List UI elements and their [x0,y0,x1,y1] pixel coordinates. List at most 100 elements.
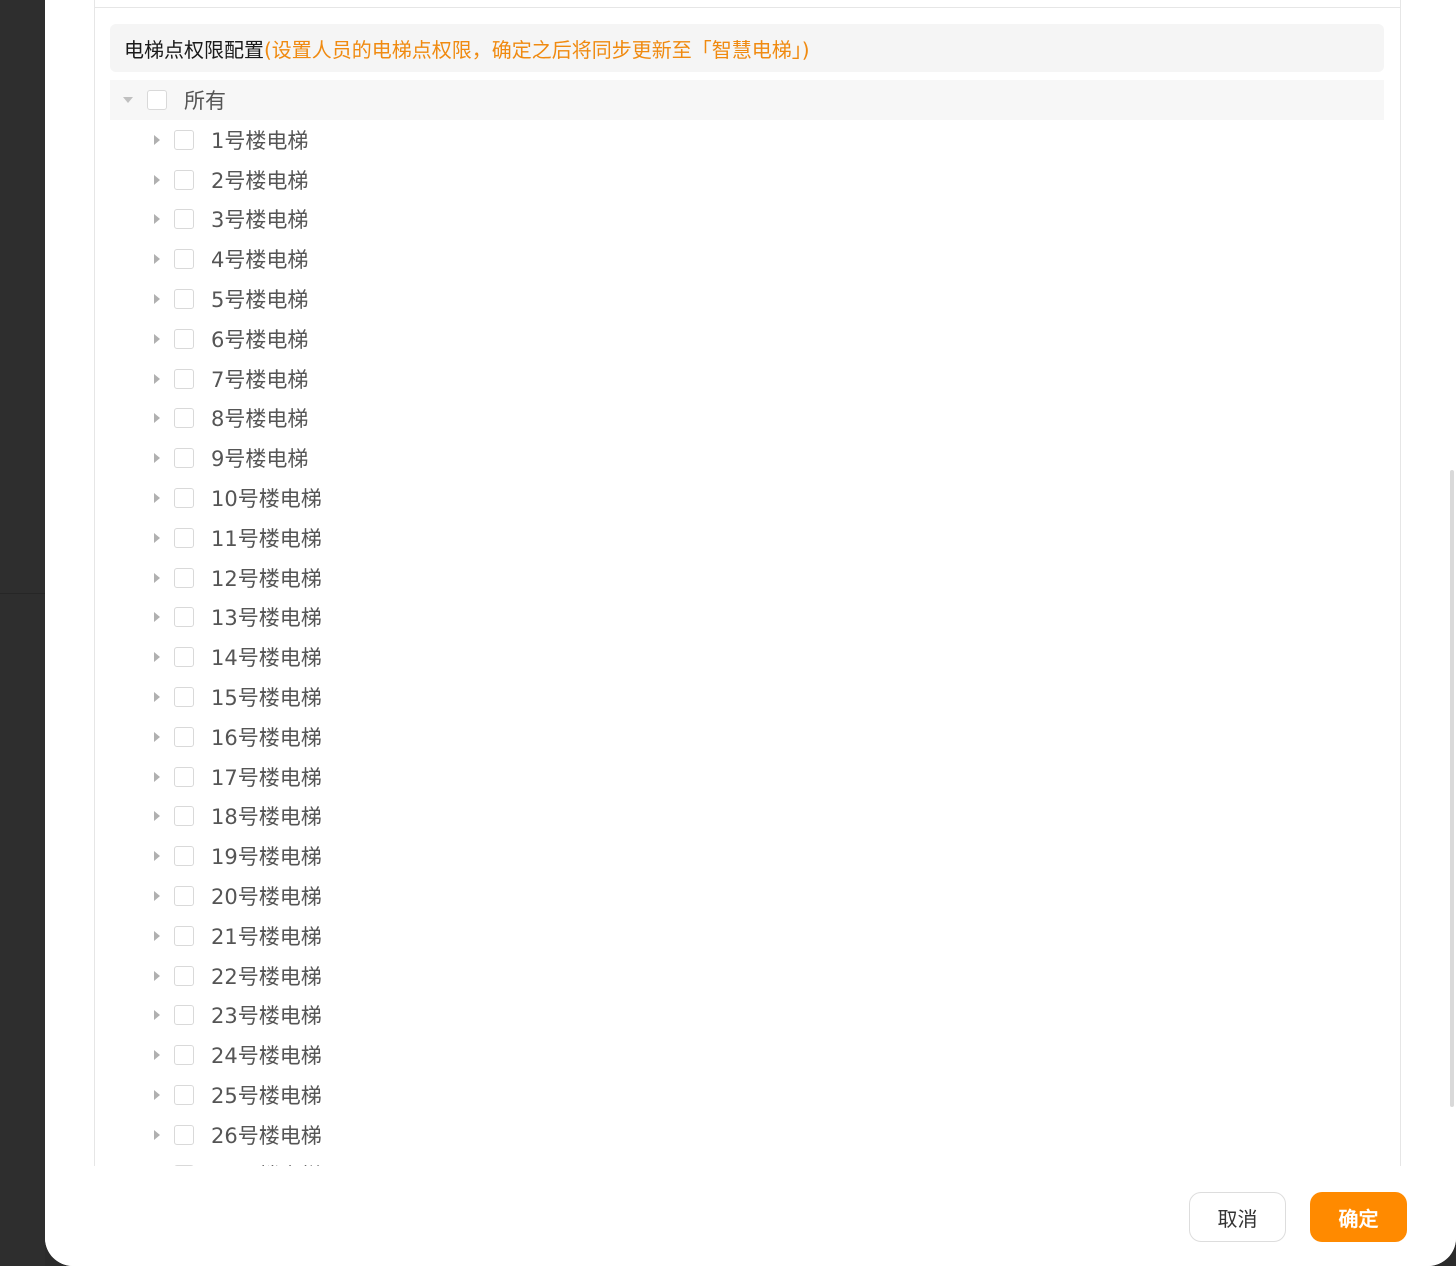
caret-right-icon[interactable] [154,612,160,623]
tree-node-checkbox[interactable] [174,1045,194,1066]
tree-node-checkbox[interactable] [174,846,194,867]
caret-right-icon[interactable] [154,1090,160,1101]
tree-node-checkbox[interactable] [174,607,194,628]
tree-node[interactable]: 15号楼电梯 [110,677,1384,717]
tree-node-checkbox[interactable] [174,448,194,469]
tree-node[interactable]: 18号楼电梯 [110,797,1384,837]
tree-node[interactable]: 25号楼电梯 [110,1075,1384,1115]
tree-node-checkbox[interactable] [174,806,194,827]
section-header: 电梯点权限配置 (设置人员的电梯点权限，确定之后将同步更新至「智慧电梯」) [110,24,1384,72]
tree-node-label: 14号楼电梯 [211,646,322,671]
tree-node[interactable]: 11号楼电梯 [110,518,1384,558]
caret-right-icon[interactable] [154,851,160,862]
caret-right-icon[interactable] [154,652,160,663]
caret-right-icon[interactable] [154,1129,160,1140]
tree-node-checkbox[interactable] [174,965,194,986]
cancel-button[interactable]: 取消 [1189,1192,1286,1242]
tree-node[interactable]: 23号楼电梯 [110,996,1384,1036]
tree-node-label: 5号楼电梯 [211,288,309,313]
tree-node-label: 22号楼电梯 [211,964,322,989]
tree-children: 1号楼电梯 2号楼电梯 3号楼电梯 4号楼电梯 5号楼电梯 6号楼电梯 7号楼电梯 8号楼电梯… [110,120,1384,1166]
tree-node-checkbox[interactable] [174,726,194,747]
tree-node[interactable]: 4号楼电梯 [110,239,1384,279]
tree-node-checkbox[interactable] [174,328,194,349]
caret-right-icon[interactable] [154,134,160,145]
tree-node-checkbox[interactable] [174,687,194,708]
caret-right-icon[interactable] [154,1010,160,1021]
tree-node[interactable]: 12号楼电梯 [110,558,1384,598]
tree-node-label: 1号楼电梯 [211,128,309,153]
caret-right-icon[interactable] [154,254,160,265]
caret-right-icon[interactable] [154,373,160,384]
tree-node[interactable]: 2号楼电梯 [110,160,1384,200]
tree-node-checkbox[interactable] [174,209,194,230]
caret-right-icon[interactable] [154,811,160,822]
caret-right-icon[interactable] [154,731,160,742]
tree-node[interactable]: 17号楼电梯 [110,757,1384,797]
caret-right-icon[interactable] [154,891,160,902]
tree-node-label: 11号楼电梯 [211,526,322,551]
tree-node-checkbox[interactable] [174,169,194,190]
tree-node[interactable]: 19号楼电梯 [110,836,1384,876]
tree-node[interactable]: 3号楼电梯 [110,200,1384,240]
caret-right-icon[interactable] [154,333,160,344]
tree-node-label: 23号楼电梯 [211,1004,322,1029]
tree-node-checkbox[interactable] [174,1085,194,1106]
tree-node-label: 7号楼电梯 [211,367,309,392]
tree-node[interactable]: 24号楼电梯 [110,1035,1384,1075]
caret-right-icon[interactable] [154,572,160,583]
tree-node[interactable]: 13号楼电梯 [110,598,1384,638]
confirm-button[interactable]: 确定 [1310,1192,1407,1242]
caret-right-icon[interactable] [154,970,160,981]
tree-node[interactable]: 10号楼电梯 [110,478,1384,518]
tree-node-checkbox[interactable] [174,368,194,389]
caret-right-icon[interactable] [154,413,160,424]
tree-node[interactable]: 20号楼电梯 [110,876,1384,916]
tree-node[interactable]: 22号楼电梯 [110,956,1384,996]
tree-node[interactable]: 27号楼电梯 [110,1155,1384,1166]
tree-node-checkbox[interactable] [174,766,194,787]
tree-node[interactable]: 8号楼电梯 [110,399,1384,439]
tree-node-checkbox[interactable] [174,925,194,946]
tree-node-checkbox[interactable] [174,527,194,548]
tree-node[interactable]: 7号楼电梯 [110,359,1384,399]
tree-node-label: 12号楼电梯 [211,566,322,591]
section-hint: (设置人员的电梯点权限，确定之后将同步更新至「智慧电梯」) [264,37,810,62]
tree-node[interactable]: 26号楼电梯 [110,1115,1384,1155]
scrollbar-thumb[interactable] [1450,470,1454,1107]
tree-root-all[interactable]: 所有 [110,80,1384,120]
caret-right-icon[interactable] [154,174,160,185]
caret-right-icon[interactable] [154,771,160,782]
tree-node-checkbox[interactable] [174,567,194,588]
caret-right-icon[interactable] [154,493,160,504]
tree-node-checkbox[interactable] [174,647,194,668]
tree-node-checkbox[interactable] [174,1005,194,1026]
tree-node[interactable]: 14号楼电梯 [110,637,1384,677]
caret-down-icon[interactable] [123,97,133,103]
tree-node-checkbox[interactable] [174,129,194,150]
tree-node[interactable]: 6号楼电梯 [110,319,1384,359]
caret-right-icon[interactable] [154,532,160,543]
tree-node-checkbox[interactable] [174,886,194,907]
tree-node-checkbox[interactable] [174,249,194,270]
tree-node[interactable]: 9号楼电梯 [110,438,1384,478]
caret-right-icon[interactable] [154,930,160,941]
checkbox-all[interactable] [147,90,167,110]
caret-right-icon[interactable] [154,692,160,703]
tree-node[interactable]: 5号楼电梯 [110,279,1384,319]
tree-node[interactable]: 1号楼电梯 [110,120,1384,160]
tree-node[interactable]: 16号楼电梯 [110,717,1384,757]
tree-node-label: 21号楼电梯 [211,924,322,949]
tree-node-label: 19号楼电梯 [211,845,322,870]
caret-right-icon[interactable] [154,294,160,305]
caret-right-icon[interactable] [154,453,160,464]
tree-node-checkbox[interactable] [174,289,194,310]
tree-node-checkbox[interactable] [174,408,194,429]
caret-right-icon[interactable] [154,214,160,225]
tree-node[interactable]: 21号楼电梯 [110,916,1384,956]
caret-right-icon[interactable] [154,1050,160,1061]
backdrop-divider [0,593,45,594]
tree-node-checkbox[interactable] [174,488,194,509]
panel-divider [95,7,1400,8]
tree-node-checkbox[interactable] [174,1124,194,1145]
